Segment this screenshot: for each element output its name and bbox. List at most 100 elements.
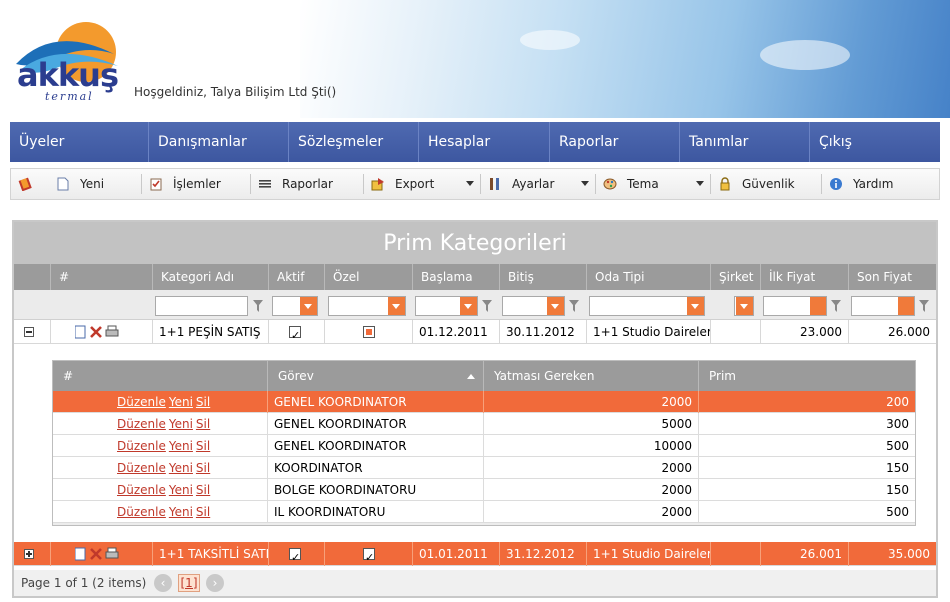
delete-link[interactable]: Sil: [196, 439, 210, 453]
spin-down-icon[interactable]: [898, 306, 914, 315]
filter-funnel-icon[interactable]: [482, 300, 492, 312]
spin-up-icon[interactable]: [810, 297, 826, 306]
detail-header-yatmasi[interactable]: Yatması Gereken: [483, 361, 698, 391]
toolbar-export-button[interactable]: Export: [364, 169, 480, 199]
delete-link[interactable]: Sil: [196, 461, 210, 475]
toolbar-ayarlar-button[interactable]: Ayarlar: [481, 169, 595, 199]
filter-oda-tipi-dropdown[interactable]: [589, 296, 705, 316]
menu-item-sozlesmeler[interactable]: Sözleşmeler: [289, 122, 419, 162]
menu-item-uyeler[interactable]: Üyeler: [10, 122, 149, 162]
chevron-down-icon[interactable]: [460, 297, 477, 315]
detail-row[interactable]: Düzenle Yeni Sil BOLGE KOORDINATORU 2000 1…: [53, 479, 915, 501]
menu-item-danismanlar[interactable]: Danışmanlar: [149, 122, 289, 162]
aktif-checkbox[interactable]: [289, 324, 301, 344]
pager-info: Page 1 of 1 (2 items): [21, 576, 147, 590]
delete-link[interactable]: Sil: [196, 395, 210, 409]
filter-funnel-icon[interactable]: [831, 300, 841, 312]
ozel-checkbox[interactable]: [363, 546, 375, 566]
filter-kategori-input[interactable]: [155, 296, 248, 316]
menu-item-hesaplar[interactable]: Hesaplar: [419, 122, 550, 162]
spin-up-icon[interactable]: [898, 297, 914, 306]
gorev-cell: BOLGE KOORDINATORU: [267, 479, 483, 501]
toolbar-yardim-button[interactable]: Yardım: [822, 169, 922, 199]
detail-row[interactable]: Düzenle Yeni Sil KOORDINATOR 2000 150: [53, 457, 915, 479]
menu-item-tanimlar[interactable]: Tanımlar: [680, 122, 810, 162]
toolbar-tema-button[interactable]: Tema: [596, 169, 710, 199]
chevron-down-icon[interactable]: [736, 297, 753, 315]
new-link[interactable]: Yeni: [169, 505, 193, 519]
page-1-link[interactable]: [1]: [178, 574, 200, 592]
toolbar-islemler-button[interactable]: İşlemler: [142, 169, 250, 199]
edit-link[interactable]: Düzenle: [117, 505, 166, 519]
filter-sirket-dropdown[interactable]: [734, 296, 754, 316]
aktif-checkbox[interactable]: [289, 546, 301, 566]
header-aktif[interactable]: Aktif: [268, 264, 324, 290]
row-action-icons[interactable]: [75, 325, 119, 339]
toolbar-guvenlik-button[interactable]: Güvenlik: [711, 169, 821, 199]
edit-link[interactable]: Düzenle: [117, 439, 166, 453]
ilk-fiyat-cell: 26.001: [760, 542, 848, 566]
ozel-checkbox[interactable]: [363, 326, 375, 338]
collapse-icon[interactable]: [24, 327, 34, 337]
edit-link[interactable]: Düzenle: [117, 417, 166, 431]
edit-link[interactable]: Düzenle: [117, 395, 166, 409]
delete-link[interactable]: Sil: [196, 483, 210, 497]
chevron-down-icon[interactable]: [300, 297, 317, 315]
filter-funnel-icon[interactable]: [569, 300, 579, 312]
new-link[interactable]: Yeni: [169, 483, 193, 497]
next-page-button[interactable]: ›: [206, 574, 224, 592]
filter-funnel-icon[interactable]: [253, 300, 263, 312]
detail-row[interactable]: Düzenle Yeni Sil GENEL KOORDINATOR 5000 30…: [53, 413, 915, 435]
delete-link[interactable]: Sil: [196, 505, 210, 519]
toolbar-raporlar-button[interactable]: Raporlar: [251, 169, 363, 199]
filter-funnel-icon[interactable]: [919, 300, 929, 312]
edit-link[interactable]: Düzenle: [117, 461, 166, 475]
new-link[interactable]: Yeni: [169, 417, 193, 431]
detail-header-prim[interactable]: Prim: [698, 361, 915, 391]
detail-header-hash[interactable]: #: [53, 361, 267, 391]
header-ozel[interactable]: Özel: [324, 264, 412, 290]
detail-row[interactable]: Düzenle Yeni Sil IL KOORDINATORU 2000 500: [53, 501, 915, 523]
menu-item-cikis[interactable]: Çıkış: [810, 122, 940, 162]
header-son-fiyat[interactable]: Son Fiyat: [848, 264, 936, 290]
header-bitis[interactable]: Bitiş: [499, 264, 586, 290]
prim-cell: 200: [698, 391, 915, 413]
new-link[interactable]: Yeni: [169, 461, 193, 475]
header-oda-tipi[interactable]: Oda Tipi: [586, 264, 710, 290]
detail-header-gorev[interactable]: Görev: [267, 361, 483, 391]
header-sirket[interactable]: Şirket: [710, 264, 760, 290]
spin-down-icon[interactable]: [810, 306, 826, 315]
table-row[interactable]: 1+1 PEŞİN SATIŞ 01.12.2011 30.11.2012 1+…: [14, 320, 936, 344]
header-baslama[interactable]: Başlama: [412, 264, 499, 290]
header-kategori[interactable]: Kategori Adı: [152, 264, 268, 290]
chevron-down-icon[interactable]: [388, 297, 405, 315]
filter-bitis-dropdown[interactable]: [502, 296, 565, 316]
edit-link[interactable]: Düzenle: [117, 483, 166, 497]
detail-row[interactable]: Düzenle Yeni Sil GENEL KOORDINATOR 2000 20…: [53, 391, 915, 413]
filter-aktif-dropdown[interactable]: [272, 296, 318, 316]
filter-son-fiyat-spinner[interactable]: [851, 296, 915, 316]
toolbar-book-button[interactable]: [11, 169, 49, 199]
toolbar-yeni-button[interactable]: Yeni: [49, 169, 141, 199]
expand-icon[interactable]: [24, 549, 34, 559]
filter-ilk-fiyat-spinner[interactable]: [763, 296, 827, 316]
new-link[interactable]: Yeni: [169, 395, 193, 409]
row-action-icons[interactable]: [75, 547, 119, 561]
toolbar-yardim-label: Yardım: [853, 177, 894, 191]
header-hash[interactable]: #: [50, 264, 152, 290]
detail-actions-cell: Düzenle Yeni Sil: [53, 501, 267, 523]
chevron-down-icon[interactable]: [547, 297, 564, 315]
header-ilk-fiyat[interactable]: İlk Fiyat: [760, 264, 848, 290]
chevron-down-icon[interactable]: [687, 297, 704, 315]
delete-link[interactable]: Sil: [196, 417, 210, 431]
sort-up-icon[interactable]: [467, 374, 475, 379]
detail-row[interactable]: Düzenle Yeni Sil GENEL KOORDINATOR 10000 5…: [53, 435, 915, 457]
filter-ozel-dropdown[interactable]: [328, 296, 406, 316]
table-row[interactable]: 1+1 TAKSİTLİ SATIŞ 01.01.2011 31.12.2012…: [14, 542, 936, 566]
new-link[interactable]: Yeni: [169, 439, 193, 453]
welcome-text: Hoşgeldiniz, Talya Bilişim Ltd Şti(): [134, 85, 337, 99]
prev-page-button[interactable]: ‹: [154, 574, 172, 592]
menu-item-raporlar[interactable]: Raporlar: [550, 122, 680, 162]
filter-baslama-dropdown[interactable]: [415, 296, 478, 316]
ozel-cell: [324, 320, 412, 344]
